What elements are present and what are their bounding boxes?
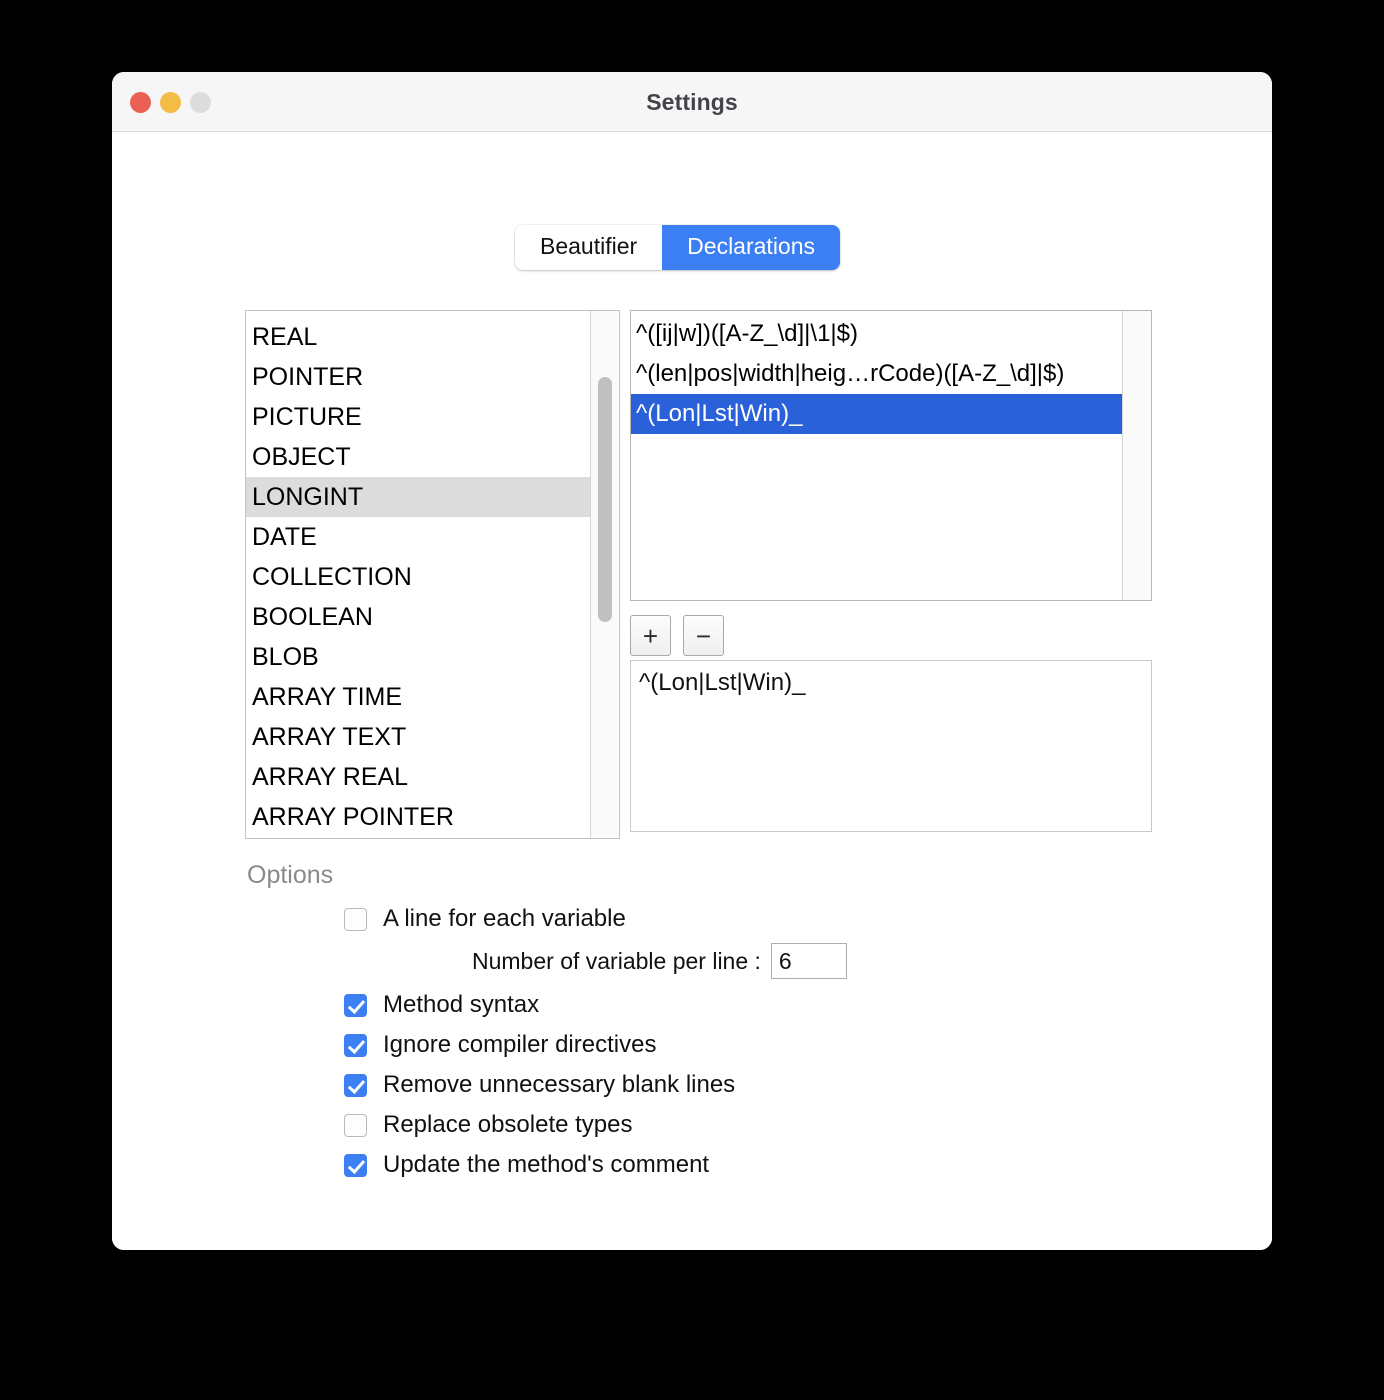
option-label: A line for each variable — [383, 905, 626, 932]
checkbox-ignore-compiler-directives[interactable] — [344, 1033, 367, 1057]
regex-list-toolbar: + − — [630, 615, 724, 656]
list-item[interactable]: PICTURE — [246, 397, 590, 437]
variables-per-line-input[interactable]: 6 — [770, 943, 847, 979]
list-item[interactable]: REAL — [246, 317, 590, 357]
list-item[interactable]: ARRAY TEXT — [246, 717, 590, 757]
window-content: Beautifier Declarations REAL POINTER PIC… — [112, 132, 1272, 1250]
list-item[interactable]: ARRAY REAL — [246, 757, 590, 797]
option-label: Replace obsolete types — [383, 1111, 633, 1138]
list-item[interactable]: ARRAY POINTER — [246, 797, 590, 837]
settings-window: Settings Beautifier Declarations REAL PO… — [112, 72, 1272, 1250]
window-title: Settings — [646, 89, 738, 115]
variable-type-list-items: REAL POINTER PICTURE OBJECT LONGINT DATE… — [246, 311, 590, 838]
option-row-remove-unnecessary-blank-lines[interactable]: Remove unnecessary blank lines — [344, 1066, 1044, 1104]
option-row-ignore-compiler-directives[interactable]: Ignore compiler directives — [344, 1026, 1044, 1064]
regex-list-item[interactable]: ^(len|pos|width|heig…rCode)([A-Z_\d]|$) — [631, 354, 1122, 394]
options-list: A line for each variable Number of varia… — [344, 900, 1044, 1186]
checkbox-update-the-methods-comment[interactable] — [344, 1153, 367, 1177]
tab-declarations[interactable]: Declarations — [662, 225, 841, 271]
option-label: Remove unnecessary blank lines — [383, 1071, 736, 1098]
regex-list-item[interactable]: ^([ij|w])([A-Z_\d]|\1|$) — [631, 314, 1122, 354]
list-item[interactable]: DATE — [246, 517, 590, 557]
option-row-method-syntax[interactable]: Method syntax — [344, 986, 1044, 1024]
variable-type-list-scrollbar[interactable] — [590, 311, 619, 838]
window-titlebar: Settings — [112, 72, 1272, 132]
list-item[interactable]: POINTER — [246, 357, 590, 397]
list-item[interactable]: OBJECT — [246, 437, 590, 477]
scrollbar-thumb[interactable] — [598, 377, 612, 622]
option-label: Method syntax — [383, 991, 540, 1018]
list-item[interactable]: BLOB — [246, 637, 590, 677]
option-label: Ignore compiler directives — [383, 1031, 657, 1058]
variables-per-line-label: Number of variable per line : — [472, 947, 761, 974]
variable-type-list[interactable]: REAL POINTER PICTURE OBJECT LONGINT DATE… — [245, 310, 620, 839]
regex-pattern-list-items: ^([ij|w])([A-Z_\d]|\1|$) ^(len|pos|width… — [631, 311, 1122, 600]
checkbox-method-syntax[interactable] — [344, 993, 367, 1017]
option-row-a-line-for-each-variable[interactable]: A line for each variable — [344, 900, 1044, 938]
regex-pattern-editor[interactable]: ^(Lon|Lst|Win)_ — [630, 660, 1152, 832]
option-row-replace-obsolete-types[interactable]: Replace obsolete types — [344, 1106, 1044, 1144]
variables-per-line-row: Number of variable per line : 6 — [472, 940, 1044, 982]
option-row-update-the-methods-comment[interactable]: Update the method's comment — [344, 1146, 1044, 1184]
checkbox-remove-unnecessary-blank-lines[interactable] — [344, 1073, 367, 1097]
list-item[interactable]: COLLECTION — [246, 557, 590, 597]
settings-tab-bar: Beautifier Declarations — [515, 225, 841, 271]
tab-beautifier[interactable]: Beautifier — [515, 225, 663, 271]
remove-pattern-button[interactable]: − — [683, 615, 724, 656]
list-item[interactable]: ARRAY TIME — [246, 677, 590, 717]
checkbox-a-line-for-each-variable[interactable] — [344, 907, 367, 931]
regex-pattern-list-scrollbar[interactable] — [1122, 311, 1151, 600]
checkbox-replace-obsolete-types[interactable] — [344, 1113, 367, 1137]
list-item[interactable]: BOOLEAN — [246, 597, 590, 637]
list-item-selected[interactable]: LONGINT — [246, 477, 590, 517]
add-pattern-button[interactable]: + — [630, 615, 671, 656]
option-label: Update the method's comment — [383, 1151, 710, 1178]
options-section-title: Options — [247, 861, 334, 889]
regex-pattern-list[interactable]: ^([ij|w])([A-Z_\d]|\1|$) ^(len|pos|width… — [630, 310, 1152, 601]
regex-list-item-selected[interactable]: ^(Lon|Lst|Win)_ — [631, 394, 1122, 434]
